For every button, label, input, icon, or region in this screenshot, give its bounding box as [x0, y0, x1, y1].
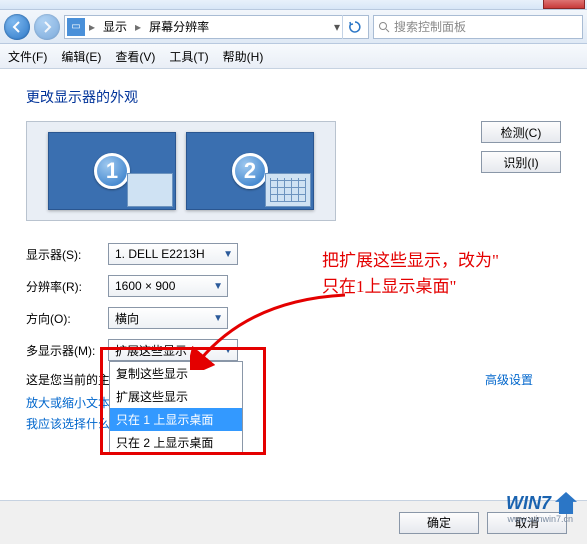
multi-option-show-only-1[interactable]: 只在 1 上显示桌面 [110, 408, 242, 431]
chevron-down-icon: ▼ [223, 249, 233, 260]
display-icon: ▭ [67, 18, 85, 36]
monitor-taskbar-icon [127, 173, 173, 207]
identify-button[interactable]: 识别(I) [481, 151, 561, 173]
address-breadcrumb[interactable]: ▭ ▸ 显示 ▸ 屏幕分辨率 ▾ [64, 15, 369, 39]
monitor-preview[interactable]: 1 2 [26, 121, 336, 221]
orientation-combobox[interactable]: 横向 ▼ [108, 307, 228, 329]
chevron-down-icon: ▼ [223, 345, 233, 356]
cancel-button[interactable]: 取消 [487, 512, 567, 534]
refresh-button[interactable] [342, 15, 366, 39]
monitor-2[interactable]: 2 [186, 132, 314, 210]
dropdown-chevron-icon[interactable]: ▾ [334, 20, 340, 34]
label-resolution: 分辨率(R): [26, 278, 98, 295]
multi-display-combobox[interactable]: 扩展这些显示 ▼ 复制这些显示 扩展这些显示 只在 1 上显示桌面 只在 2 上… [108, 339, 238, 361]
advanced-settings-link[interactable]: 高级设置 [485, 371, 533, 388]
page-title: 更改显示器的外观 [26, 87, 561, 107]
breadcrumb-sep-icon: ▸ [133, 20, 143, 34]
search-placeholder: 搜索控制面板 [394, 18, 466, 35]
nav-back-button[interactable] [4, 14, 30, 40]
label-multi: 多显示器(M): [26, 342, 98, 359]
menu-view[interactable]: 查看(V) [115, 48, 155, 65]
breadcrumb-seg-current[interactable]: 屏幕分辨率 [145, 18, 213, 35]
chevron-down-icon: ▼ [213, 313, 223, 324]
monitor-1[interactable]: 1 [48, 132, 176, 210]
chevron-down-icon: ▼ [213, 281, 223, 292]
monitor-grid-icon [265, 173, 311, 207]
monitor-badge-2: 2 [232, 153, 268, 189]
page-content: 更改显示器的外观 1 2 检测(C) 识别(I) 显示器(S): 1. DELL… [0, 69, 587, 432]
search-input[interactable]: 搜索控制面板 [373, 15, 583, 39]
window-titlebar [0, 0, 587, 10]
search-icon [378, 21, 390, 33]
breadcrumb-seg-root[interactable]: 显示 [99, 18, 131, 35]
menubar: 文件(F) 编辑(E) 查看(V) 工具(T) 帮助(H) [0, 44, 587, 69]
display-value: 1. DELL E2213H [115, 247, 205, 261]
resolution-value: 1600 × 900 [115, 279, 175, 293]
multi-option-duplicate[interactable]: 复制这些显示 [110, 362, 242, 385]
multi-option-extend[interactable]: 扩展这些显示 [110, 385, 242, 408]
label-display: 显示器(S): [26, 246, 98, 263]
nav-forward-button[interactable] [34, 14, 60, 40]
label-orientation: 方向(O): [26, 310, 98, 327]
multi-option-show-only-2[interactable]: 只在 2 上显示桌面 [110, 431, 242, 454]
ok-button[interactable]: 确定 [399, 512, 479, 534]
window-close-button[interactable] [543, 0, 585, 9]
menu-edit[interactable]: 编辑(E) [61, 48, 101, 65]
orientation-value: 横向 [115, 310, 139, 327]
dialog-button-bar: 确定 取消 [0, 500, 587, 544]
menu-file[interactable]: 文件(F) [8, 48, 47, 65]
display-combobox[interactable]: 1. DELL E2213H ▼ [108, 243, 238, 265]
multi-display-dropdown: 复制这些显示 扩展这些显示 只在 1 上显示桌面 只在 2 上显示桌面 [109, 361, 243, 455]
zoom-text-link[interactable]: 放大或缩小文本 [26, 396, 110, 410]
multi-value: 扩展这些显示 [115, 342, 187, 359]
detect-button[interactable]: 检测(C) [481, 121, 561, 143]
explorer-navbar: ▭ ▸ 显示 ▸ 屏幕分辨率 ▾ 搜索控制面板 [0, 10, 587, 44]
main-display-text: 这是您当前的主 [26, 373, 110, 387]
breadcrumb-sep-icon: ▸ [87, 20, 97, 34]
menu-help[interactable]: 帮助(H) [223, 48, 264, 65]
resolution-combobox[interactable]: 1600 × 900 ▼ [108, 275, 228, 297]
menu-tools[interactable]: 工具(T) [169, 48, 208, 65]
monitor-badge-1: 1 [94, 153, 130, 189]
